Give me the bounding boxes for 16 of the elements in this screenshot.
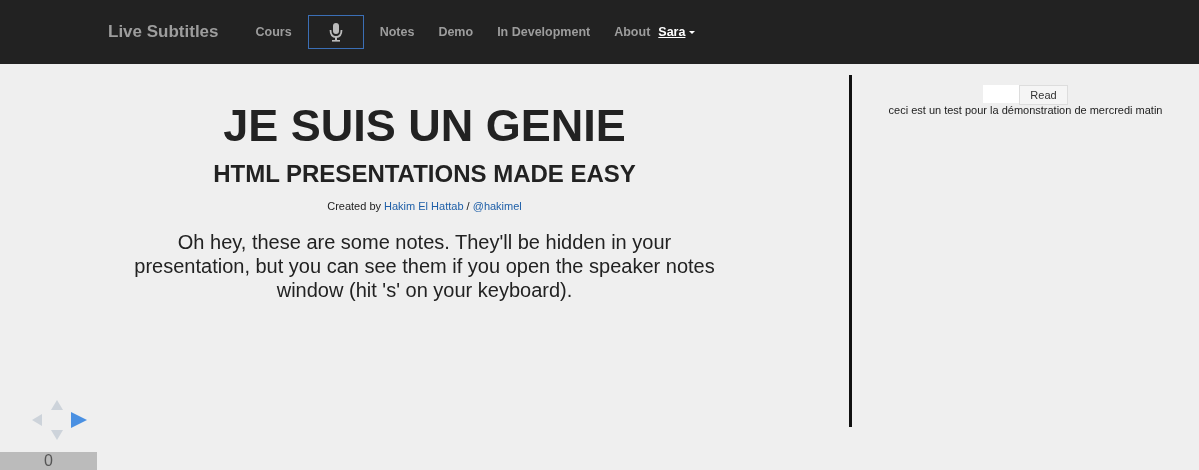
nav-link[interactable]: In Development xyxy=(485,25,603,39)
speaker-notes: Oh hey, these are some notes. They'll be hidden in your presentation, but you can see them if you open the speaker notes window (hit 's' on your keyboard). xyxy=(133,230,716,302)
nav-link[interactable]: Cours xyxy=(243,25,304,39)
credit-text: Created by xyxy=(327,200,382,212)
read-button[interactable]: Read xyxy=(1019,85,1068,105)
nav-link[interactable]: Notes xyxy=(367,25,427,39)
brand-link[interactable]: Live Subtitles xyxy=(108,22,219,42)
nav-link[interactable]: Demo xyxy=(426,25,486,39)
credit-text: / xyxy=(465,200,471,212)
author-link[interactable]: @hakimel xyxy=(472,200,522,212)
slide-subtitle: HTML PRESENTATIONS MADE EASY xyxy=(213,160,636,188)
subtitle-text: ceci est un test pour la démonstration de mercredi matin xyxy=(887,105,1164,116)
author-link[interactable]: Hakim El Hattab xyxy=(384,200,464,212)
slide-title: JE SUIS UN GENIE xyxy=(223,100,626,152)
slide-number: 0 xyxy=(0,452,97,470)
user-menu[interactable]: Sara xyxy=(658,25,696,39)
